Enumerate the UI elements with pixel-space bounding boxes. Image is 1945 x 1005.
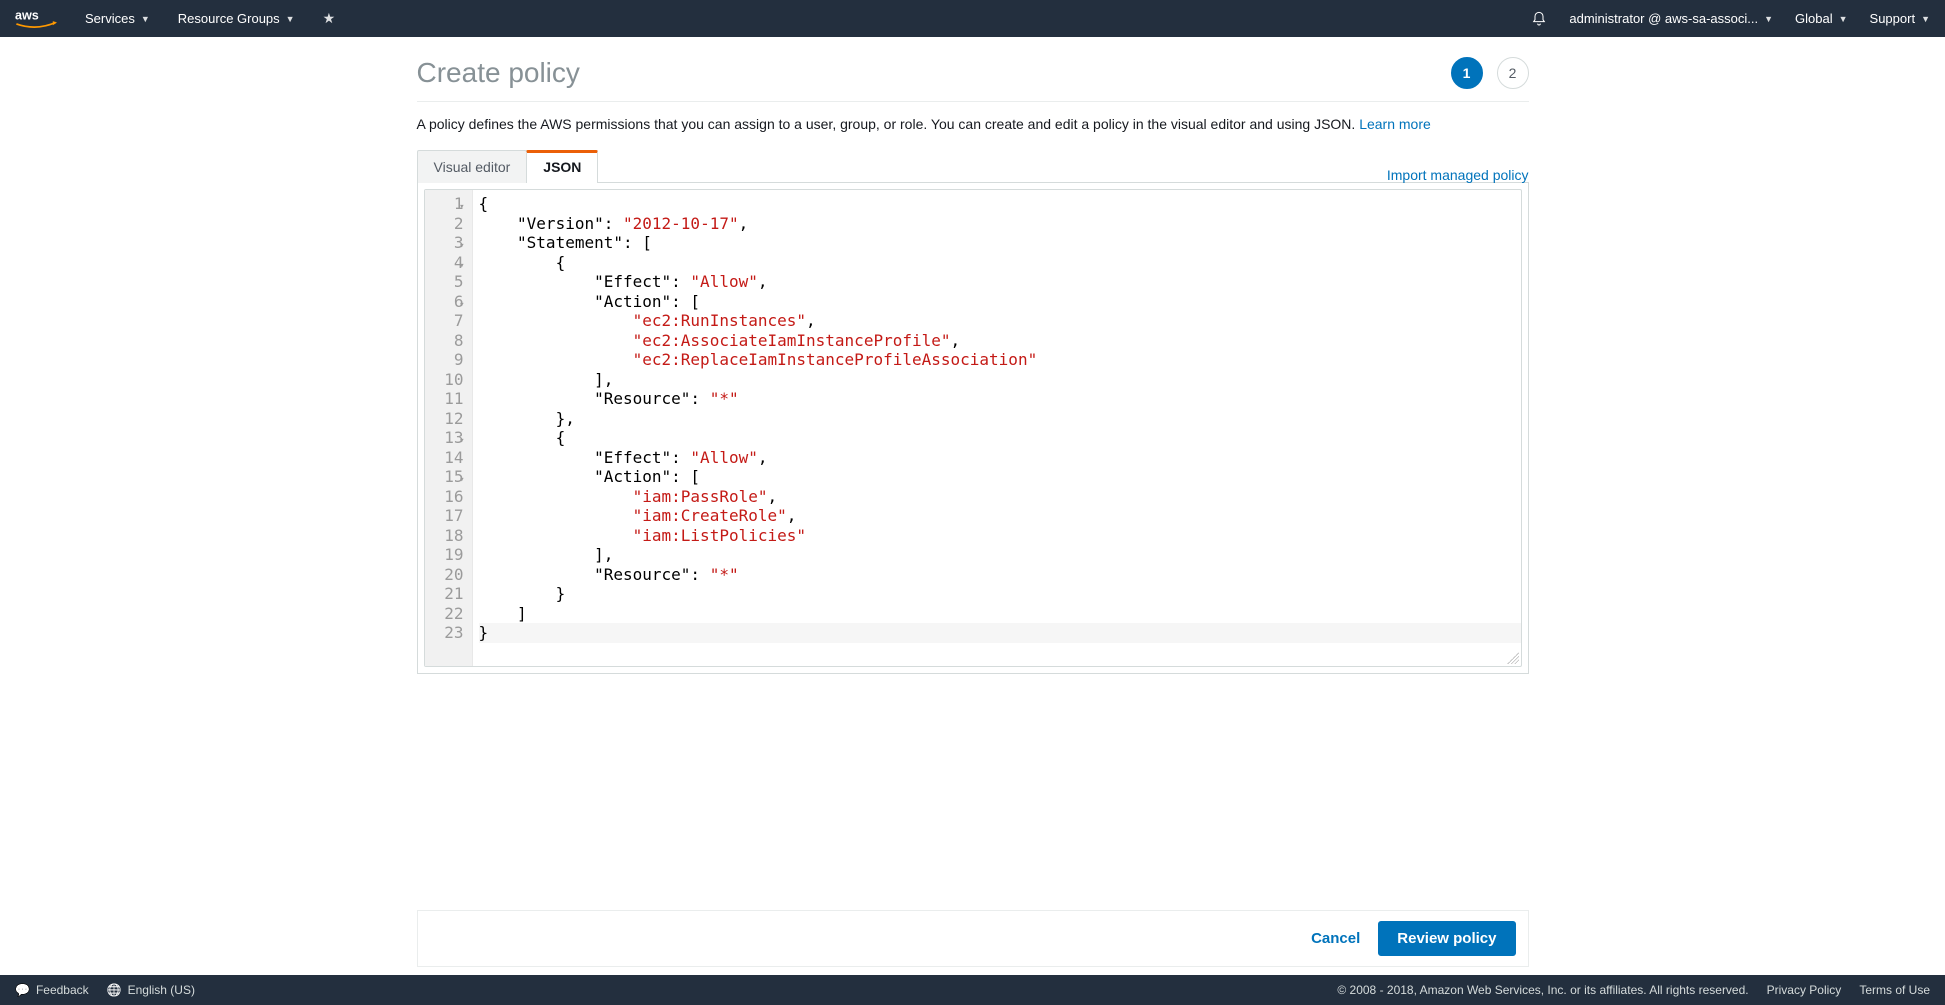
- wizard-step-2[interactable]: 2: [1497, 57, 1529, 89]
- page-title: Create policy: [417, 57, 580, 89]
- footer-copyright: © 2008 - 2018, Amazon Web Services, Inc.…: [1337, 983, 1748, 997]
- nav-services-label: Services: [85, 11, 135, 26]
- page-header: Create policy 1 2: [417, 57, 1529, 102]
- nav-support[interactable]: Support ▼: [1870, 11, 1930, 26]
- caret-down-icon: ▼: [1921, 14, 1930, 24]
- top-nav: aws Services ▼ Resource Groups ▼ adminis…: [0, 0, 1945, 37]
- learn-more-link[interactable]: Learn more: [1359, 116, 1431, 132]
- editor-gutter: 1234567891011121314151617181920212223: [425, 190, 473, 666]
- editor-tabs: Visual editor JSON: [417, 150, 598, 183]
- nav-services[interactable]: Services ▼: [85, 11, 150, 26]
- caret-down-icon: ▼: [286, 14, 295, 24]
- review-policy-button[interactable]: Review policy: [1378, 921, 1515, 956]
- json-editor[interactable]: 1234567891011121314151617181920212223 { …: [424, 189, 1522, 667]
- nav-account[interactable]: administrator @ aws-sa-associ... ▼: [1569, 11, 1773, 26]
- tab-json[interactable]: JSON: [526, 150, 598, 183]
- footer: Feedback English (US) © 2008 - 2018, Ama…: [0, 975, 1945, 1005]
- resize-grip-icon[interactable]: [1507, 652, 1519, 664]
- privacy-policy-link[interactable]: Privacy Policy: [1767, 983, 1842, 997]
- aws-logo[interactable]: aws: [15, 8, 57, 30]
- nav-resource-groups-label: Resource Groups: [178, 11, 280, 26]
- action-bar: Cancel Review policy: [417, 910, 1529, 967]
- wizard-step-1[interactable]: 1: [1451, 57, 1483, 89]
- svg-text:aws: aws: [15, 8, 39, 22]
- nav-region-label: Global: [1795, 11, 1833, 26]
- wizard-steps: 1 2: [1451, 57, 1529, 89]
- nav-support-label: Support: [1870, 11, 1916, 26]
- page-description: A policy defines the AWS permissions tha…: [417, 116, 1529, 132]
- cancel-button[interactable]: Cancel: [1311, 930, 1360, 947]
- nav-resource-groups[interactable]: Resource Groups ▼: [178, 11, 295, 26]
- pin-icon[interactable]: [323, 10, 336, 27]
- notifications-icon[interactable]: [1531, 11, 1547, 27]
- import-managed-policy-link[interactable]: Import managed policy: [1387, 167, 1529, 183]
- language-selector[interactable]: English (US): [107, 983, 195, 997]
- editor-code[interactable]: { "Version": "2012-10-17", "Statement": …: [473, 190, 1521, 666]
- page-description-text: A policy defines the AWS permissions tha…: [417, 116, 1360, 132]
- tab-visual-editor[interactable]: Visual editor: [417, 150, 528, 183]
- feedback-link[interactable]: Feedback: [15, 983, 89, 997]
- nav-account-label: administrator @ aws-sa-associ...: [1569, 11, 1758, 26]
- editor-panel: 1234567891011121314151617181920212223 { …: [417, 182, 1529, 674]
- caret-down-icon: ▼: [1839, 14, 1848, 24]
- nav-region[interactable]: Global ▼: [1795, 11, 1848, 26]
- terms-of-use-link[interactable]: Terms of Use: [1859, 983, 1930, 997]
- caret-down-icon: ▼: [1764, 14, 1773, 24]
- caret-down-icon: ▼: [141, 14, 150, 24]
